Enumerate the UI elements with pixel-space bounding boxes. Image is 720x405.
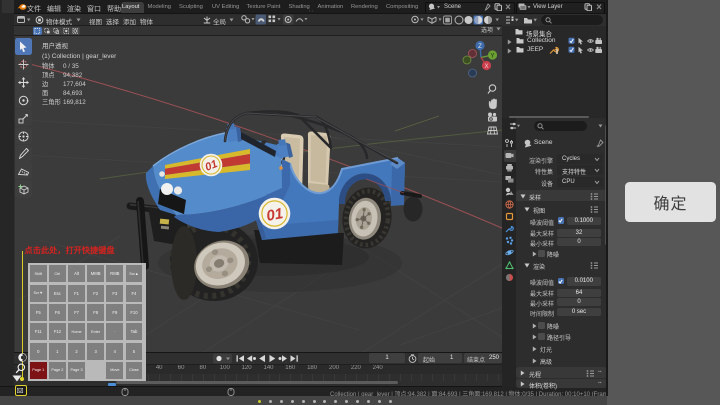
svg-text:Z: Z [478,44,482,50]
svg-text:Y: Y [490,54,494,60]
svg-text:X: X [484,64,488,70]
svg-text:01: 01 [265,205,284,225]
